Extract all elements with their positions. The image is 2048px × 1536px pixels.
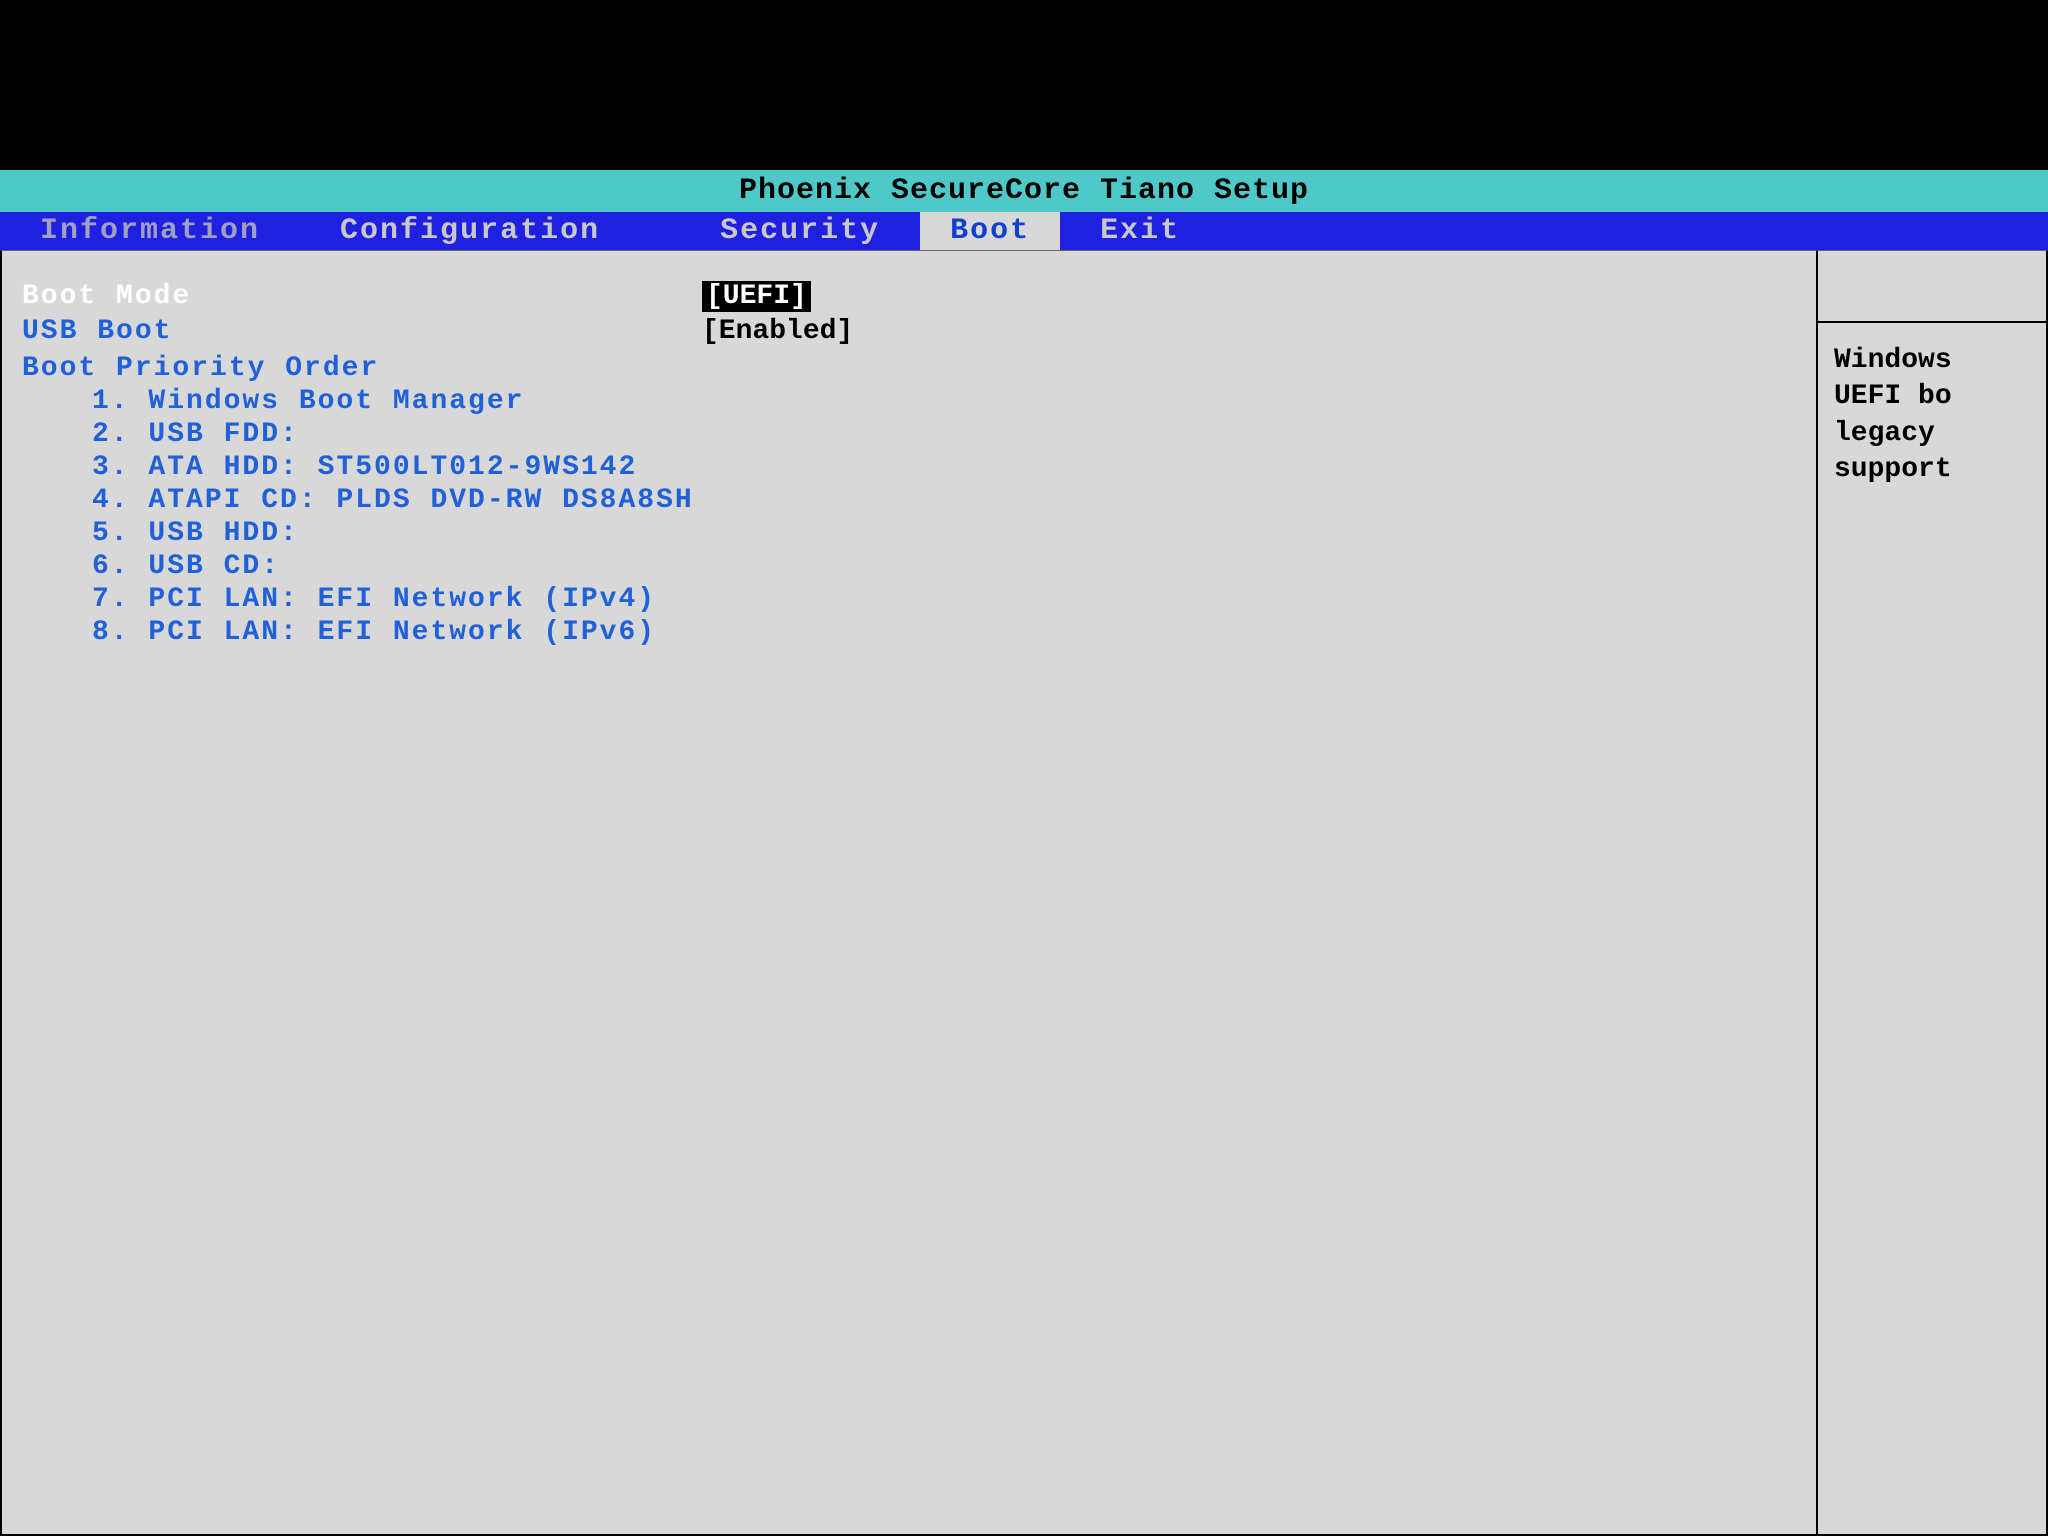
tab-configuration[interactable]: Configuration [300,212,640,250]
boot-priority-item[interactable]: 6. USB CD: [22,551,1796,582]
usb-boot-value: [Enabled] [702,316,853,347]
boot-priority-item[interactable]: 1. Windows Boot Manager [22,386,1796,417]
help-text-line: UEFI bo [1828,379,2036,415]
help-divider [1818,321,2046,323]
boot-priority-item[interactable]: 8. PCI LAN: EFI Network (IPv6) [22,617,1796,648]
help-text-line: legacy [1828,416,2036,452]
boot-mode-row[interactable]: Boot Mode [UEFI] [22,281,1796,312]
boot-priority-item[interactable]: 5. USB HDD: [22,518,1796,549]
main-panel: Boot Mode [UEFI] USB Boot [Enabled] Boot… [0,250,1818,1536]
tab-security[interactable]: Security [680,212,920,250]
bios-title: Phoenix SecureCore Tiano Setup [739,174,1309,208]
boot-priority-item[interactable]: 2. USB FDD: [22,419,1796,450]
tab-bar: Information Configuration Security Boot … [0,212,2048,250]
tab-boot[interactable]: Boot [920,212,1060,250]
boot-priority-item[interactable]: 4. ATAPI CD: PLDS DVD-RW DS8A8SH [22,485,1796,516]
boot-priority-heading: Boot Priority Order [22,353,1796,384]
bios-screen: Phoenix SecureCore Tiano Setup Informati… [0,170,2048,1536]
boot-mode-value: [UEFI] [702,281,811,312]
title-bar: Phoenix SecureCore Tiano Setup [0,170,2048,212]
content-area: Boot Mode [UEFI] USB Boot [Enabled] Boot… [0,250,2048,1536]
boot-mode-label: Boot Mode [22,281,702,312]
usb-boot-label: USB Boot [22,316,702,347]
boot-priority-item[interactable]: 3. ATA HDD: ST500LT012-9WS142 [22,452,1796,483]
help-text-line: Windows [1828,343,2036,379]
boot-priority-item[interactable]: 7. PCI LAN: EFI Network (IPv4) [22,584,1796,615]
tab-exit[interactable]: Exit [1060,212,1220,250]
tab-information[interactable]: Information [0,212,300,250]
usb-boot-row[interactable]: USB Boot [Enabled] [22,316,1796,347]
help-panel: Windows UEFI bo legacy support [1818,250,2048,1536]
help-text-line: support [1828,452,2036,488]
